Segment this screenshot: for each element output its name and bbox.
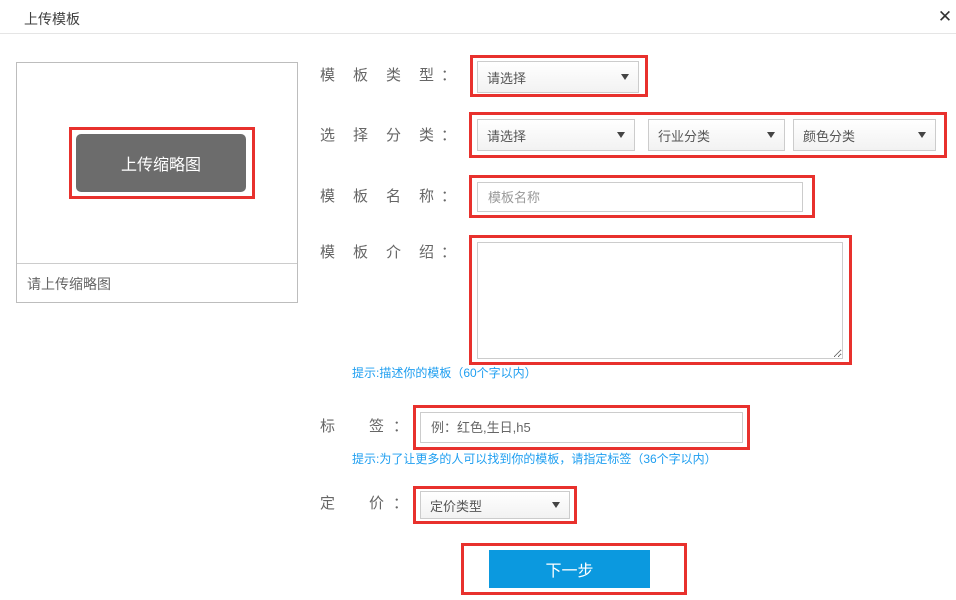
pricing-type-select[interactable]: 定价类型	[420, 491, 570, 519]
dropdown-arrow-icon	[621, 74, 629, 80]
label-colon: ：	[441, 241, 456, 265]
category-select[interactable]: 请选择	[477, 119, 635, 151]
color-category-select[interactable]: 颜色分类	[793, 119, 936, 151]
highlight-box-pricing: 定价类型	[413, 486, 577, 524]
template-intro-hint: 提示:描述你的模板（60个字以内）	[352, 364, 537, 381]
highlight-box-template-type: 请选择	[470, 55, 648, 97]
label-colon: ：	[393, 492, 408, 516]
dropdown-arrow-icon	[617, 132, 625, 138]
highlight-box-category: 请选择 行业分类 颜色分类	[469, 112, 947, 158]
pricing-type-select-value: 定价类型	[430, 496, 482, 515]
label-colon: ：	[393, 415, 408, 439]
tags-hint: 提示:为了让更多的人可以找到你的模板，请指定标签（36个字以内）	[352, 450, 717, 467]
tags-input[interactable]	[420, 412, 743, 443]
category-select-value: 请选择	[487, 126, 526, 145]
dropdown-arrow-icon	[918, 132, 926, 138]
dialog-title: 上传模板	[24, 9, 80, 29]
template-name-input[interactable]	[477, 182, 803, 212]
next-step-button[interactable]: 下一步	[489, 550, 650, 588]
template-intro-textarea[interactable]	[477, 242, 843, 359]
label-colon: ：	[441, 64, 456, 88]
label-colon: ：	[441, 124, 456, 148]
thumbnail-panel: 上传缩略图 请上传缩略图	[16, 62, 298, 303]
dialog-header: 上传模板 ✕	[0, 0, 956, 34]
template-type-label: 模板类型	[320, 64, 434, 88]
highlight-box-upload: 上传缩略图	[69, 127, 255, 199]
color-category-select-value: 颜色分类	[803, 126, 855, 145]
close-icon[interactable]: ✕	[934, 6, 956, 28]
industry-category-select-value: 行业分类	[658, 126, 710, 145]
highlight-box-template-intro	[469, 235, 852, 365]
pricing-label: 定价	[320, 492, 384, 516]
highlight-box-next: 下一步	[461, 543, 687, 595]
label-colon: ：	[441, 185, 456, 209]
dropdown-arrow-icon	[767, 132, 775, 138]
category-label: 选择分类	[320, 124, 434, 148]
template-type-select-value: 请选择	[487, 68, 526, 87]
upload-thumbnail-button[interactable]: 上传缩略图	[76, 134, 246, 192]
tags-label: 标签	[320, 415, 384, 439]
template-type-select[interactable]: 请选择	[477, 61, 639, 93]
template-intro-label: 模板介绍	[320, 241, 434, 265]
upload-template-dialog: 上传模板 ✕ 上传缩略图 请上传缩略图 模板类型 ： 请选择 选择分类 ： 请选…	[0, 0, 956, 600]
highlight-box-template-name	[469, 175, 815, 218]
highlight-box-tags	[413, 405, 750, 450]
industry-category-select[interactable]: 行业分类	[648, 119, 785, 151]
template-name-label: 模板名称	[320, 185, 434, 209]
thumbnail-caption: 请上传缩略图	[17, 263, 297, 303]
dropdown-arrow-icon	[552, 502, 560, 508]
